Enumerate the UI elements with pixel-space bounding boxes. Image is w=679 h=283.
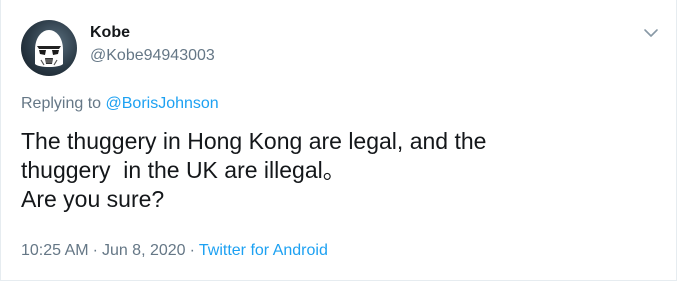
replying-to: Replying to @BorisJohnson	[21, 95, 219, 113]
tweet-card: Kobe @Kobe94943003 Replying to @BorisJoh…	[0, 0, 677, 281]
mention-link[interactable]: @BorisJohnson	[106, 95, 219, 112]
tweet-text: The thuggery in Hong Kong are legal, and…	[21, 128, 487, 212]
tweet-source-link[interactable]: Twitter for Android	[199, 242, 328, 259]
separator: ·	[189, 242, 195, 259]
tweet-date[interactable]: Jun 8, 2020	[102, 242, 186, 259]
tweet-time[interactable]: 10:25 AM	[21, 242, 89, 259]
tweet-metadata: 10:25 AM · Jun 8, 2020 · Twitter for Android	[21, 242, 328, 260]
separator: ·	[92, 242, 98, 259]
chevron-down-icon[interactable]	[642, 26, 660, 40]
display-name[interactable]: Kobe	[90, 24, 130, 42]
replying-to-label: Replying to	[21, 95, 102, 112]
stormtrooper-avatar-icon	[35, 30, 63, 67]
avatar[interactable]	[21, 20, 77, 76]
user-handle[interactable]: @Kobe94943003	[90, 47, 215, 65]
